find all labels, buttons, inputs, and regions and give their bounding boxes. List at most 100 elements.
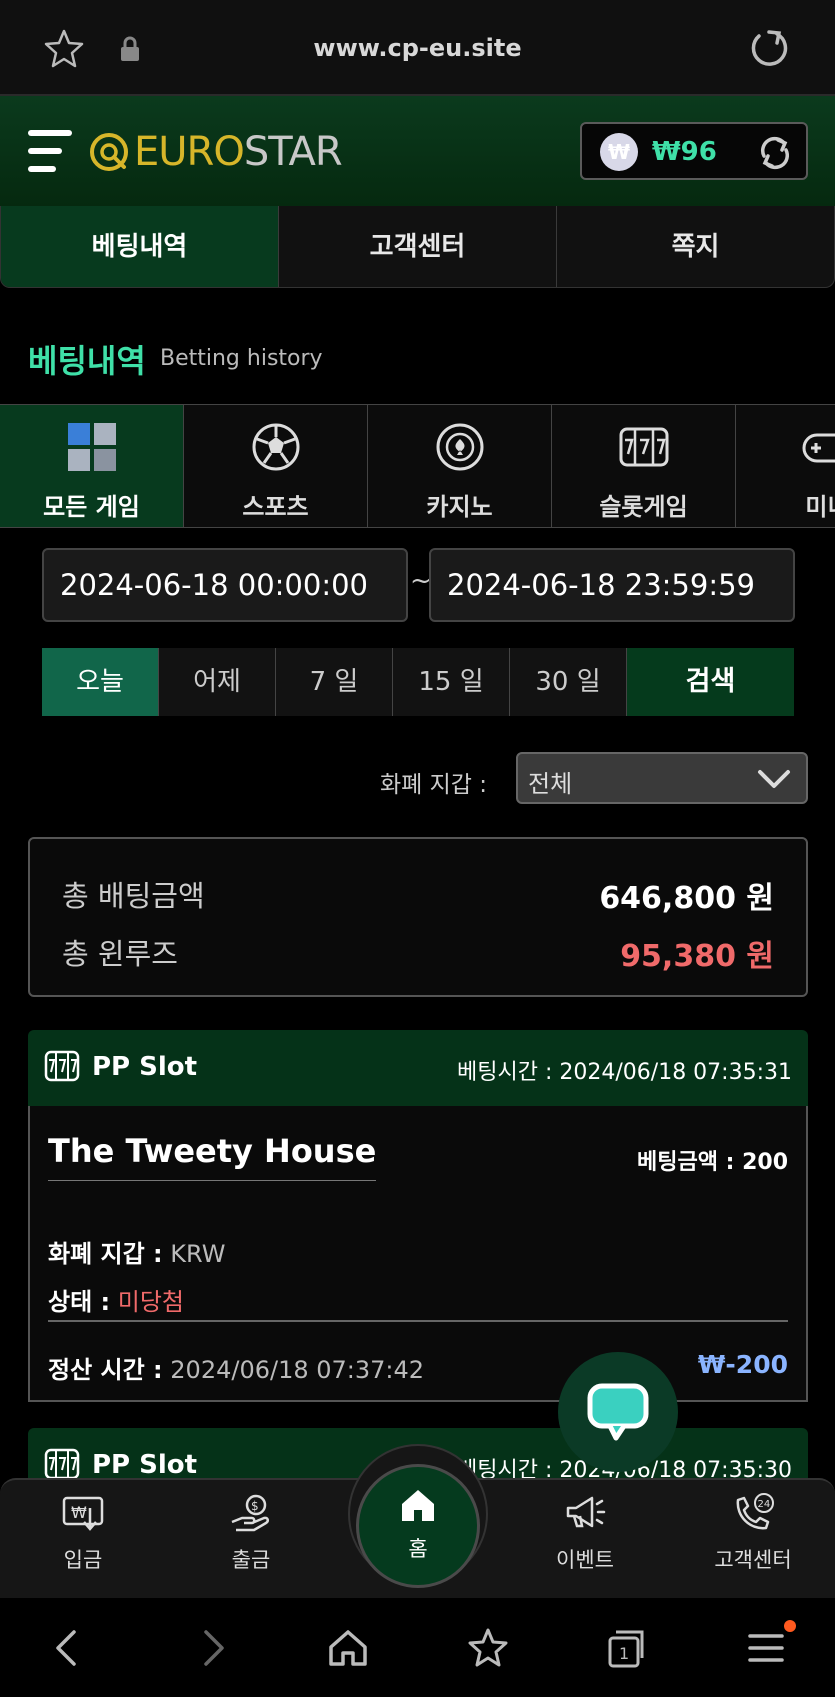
browser-menu-icon[interactable]	[744, 1626, 788, 1670]
notification-dot	[784, 1620, 796, 1632]
currency-wallet-select[interactable]: 전체	[516, 752, 808, 804]
period-yesterday-button[interactable]: 어제	[159, 648, 276, 716]
menu-button[interactable]	[28, 130, 72, 172]
wallet-balance-box: ₩ ₩96	[580, 122, 808, 180]
logo-text-euro: EURO	[134, 129, 245, 175]
gamepad-icon	[802, 433, 835, 463]
totals-panel: 총 배팅금액 646,800 원 총 윈루즈 95,380 원	[28, 837, 808, 997]
bet-card-header: PP Slot 베팅시간 : 2024/06/18 07:35:31	[28, 1030, 808, 1106]
nav-deposit[interactable]: ₩ 입금	[18, 1492, 148, 1574]
nav-label: 입금	[63, 1548, 103, 1572]
period-today-button[interactable]: 오늘	[42, 648, 159, 716]
nav-label: 홈	[408, 1537, 428, 1561]
live-chat-button[interactable]	[558, 1352, 678, 1472]
total-bet-value: 646,800 원	[599, 881, 774, 916]
category-label: 카지노	[426, 493, 493, 521]
currency-selected-value: 전체	[528, 770, 573, 798]
soccer-ball-icon	[252, 423, 300, 471]
total-winloss-label: 총 윈루즈	[62, 937, 178, 971]
bet-status-label: 상태 :	[48, 1288, 111, 1316]
cubes-icon	[68, 423, 116, 471]
bet-game-name: The Tweety House	[48, 1132, 377, 1181]
category-label: 모든 게임	[43, 493, 140, 521]
refresh-balance-icon[interactable]	[756, 134, 794, 172]
bet-provider: PP Slot	[92, 1052, 198, 1082]
page-title: 베팅내역	[28, 342, 146, 380]
home-icon	[402, 1490, 434, 1521]
bet-wallet-row: 화폐 지갑 : KRW	[48, 1234, 225, 1269]
bet-settle-row: 정산 시간 : 2024/06/18 07:37:42	[48, 1350, 424, 1385]
nav-support[interactable]: 24 고객센터	[688, 1492, 818, 1574]
period-7d-button[interactable]: 7 일	[276, 648, 393, 716]
category-mini[interactable]: 미니	[736, 405, 835, 527]
category-label: 스포츠	[242, 493, 309, 521]
wallet-balance: ₩96	[652, 137, 717, 167]
date-to-input[interactable]: 2024-06-18 23:59:59	[429, 548, 795, 622]
site-logo[interactable]: EURO STAR	[88, 126, 343, 178]
date-from-input[interactable]: 2024-06-18 00:00:00	[42, 548, 408, 622]
bet-status-value: 미당첨	[117, 1288, 185, 1316]
nav-label: 출금	[231, 1548, 271, 1572]
tab-customer-center[interactable]: 고객센터	[279, 206, 557, 287]
period-30d-button[interactable]: 30 일	[510, 648, 627, 716]
withdraw-hand-coin-icon: $	[231, 1494, 269, 1532]
bet-amount: 베팅금액 : 200	[637, 1150, 788, 1175]
tabs-count-icon[interactable]: 1	[604, 1626, 648, 1670]
system-nav-bar: 1	[0, 1598, 835, 1697]
nav-home[interactable]: 홈	[356, 1464, 480, 1588]
bet-wallet-value: KRW	[170, 1240, 226, 1268]
deposit-icon: ₩	[62, 1496, 104, 1531]
bookmarks-star-icon[interactable]	[466, 1626, 510, 1670]
logo-text-star: STAR	[243, 129, 343, 175]
svg-text:₩: ₩	[71, 1503, 87, 1522]
bet-provider: PP Slot	[92, 1450, 198, 1480]
top-tabs: 베팅내역 고객센터 쪽지	[0, 206, 835, 288]
nav-label: 이벤트	[556, 1548, 614, 1572]
won-coin-icon: ₩	[600, 133, 638, 171]
period-buttons: 오늘 어제 7 일 15 일 30 일 검색	[42, 648, 794, 716]
currency-wallet-label: 화폐 지갑 :	[380, 772, 488, 798]
browser-address-bar: www.cp-eu.site	[0, 0, 835, 96]
bet-result-amount: ₩-200	[697, 1350, 788, 1379]
nav-label: 고객센터	[714, 1548, 792, 1572]
game-category-bar: 모든 게임 스포츠 카지노 슬롯게임 미니	[0, 404, 835, 528]
category-sports[interactable]: 스포츠	[184, 405, 368, 527]
reload-icon[interactable]	[747, 26, 791, 70]
period-15d-button[interactable]: 15 일	[393, 648, 510, 716]
support-24-phone-icon: 24	[736, 1493, 774, 1530]
chat-bubble-icon	[587, 1383, 649, 1441]
url-field[interactable]: www.cp-eu.site	[0, 34, 835, 62]
tab-betting-history[interactable]: 베팅내역	[1, 206, 279, 287]
nav-withdraw[interactable]: $ 출금	[186, 1492, 316, 1574]
card-divider	[48, 1320, 788, 1322]
svg-text:$: $	[251, 1499, 259, 1513]
tab-messages[interactable]: 쪽지	[557, 206, 834, 287]
total-bet-label: 총 배팅금액	[62, 879, 205, 913]
bet-card-body: The Tweety House 베팅금액 : 200 화폐 지갑 : KRW …	[28, 1106, 808, 1402]
chevron-down-icon	[758, 770, 790, 788]
slot-777-icon	[44, 1448, 80, 1480]
total-winloss-value: 95,380 원	[620, 939, 774, 974]
category-label: 슬롯게임	[599, 493, 688, 521]
category-slot[interactable]: 슬롯게임	[552, 405, 736, 527]
bet-time: 베팅시간 : 2024/06/18 07:35:31	[457, 1060, 792, 1085]
svg-text:24: 24	[758, 1499, 771, 1510]
forward-icon[interactable]	[190, 1626, 234, 1670]
svg-text:1: 1	[619, 1644, 629, 1663]
casino-chip-icon	[436, 423, 484, 471]
category-casino[interactable]: 카지노	[368, 405, 552, 527]
bet-settle-label: 정산 시간 :	[48, 1356, 163, 1384]
back-icon[interactable]	[46, 1626, 90, 1670]
megaphone-icon	[566, 1496, 606, 1528]
browser-home-icon[interactable]	[326, 1626, 370, 1670]
page-subtitle: Betting history	[160, 346, 323, 371]
search-button[interactable]: 검색	[627, 648, 794, 716]
bet-status-row: 상태 : 미당첨	[48, 1282, 184, 1317]
bet-wallet-label: 화폐 지갑 :	[48, 1240, 163, 1268]
category-all-games[interactable]: 모든 게임	[0, 405, 184, 527]
nav-event[interactable]: 이벤트	[520, 1492, 650, 1574]
slot-777-icon	[619, 427, 669, 467]
slot-777-icon	[44, 1050, 80, 1082]
logo-mark-icon	[90, 133, 128, 171]
bet-settle-value: 2024/06/18 07:37:42	[170, 1356, 425, 1384]
